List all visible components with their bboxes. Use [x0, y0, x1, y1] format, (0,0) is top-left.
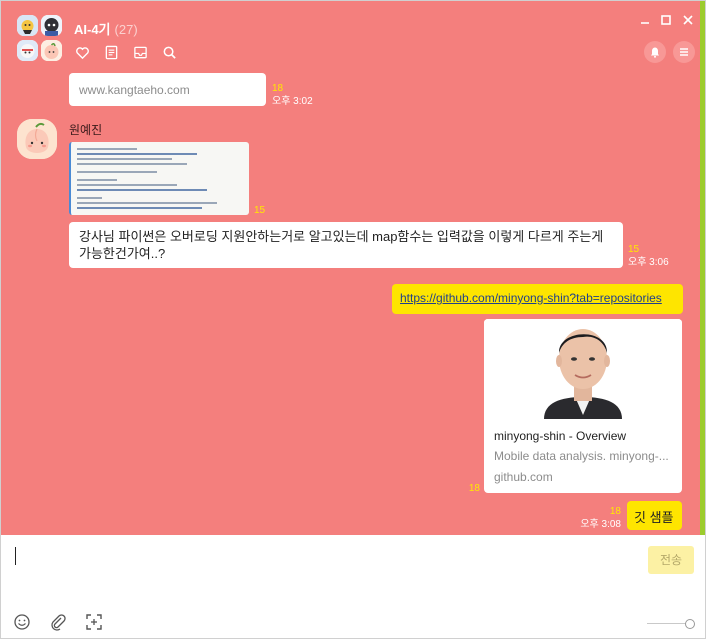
preview-title: minyong-shin - Overview: [494, 429, 627, 443]
message-input-area[interactable]: 전송: [1, 535, 705, 638]
opacity-slider[interactable]: [647, 619, 695, 629]
capture-icon[interactable]: [83, 611, 105, 633]
emoji-icon[interactable]: [11, 611, 33, 633]
send-button[interactable]: 전송: [648, 546, 694, 574]
bell-icon[interactable]: [644, 41, 666, 63]
message-text: 강사님 파이썬은 오버로딩 지원안하는거로 알고있는데 map함수는 입력값을 …: [79, 229, 604, 261]
link-preview-card[interactable]: minyong-shin - Overview Mobile data anal…: [484, 319, 682, 493]
member-avatar: [17, 40, 38, 61]
search-icon[interactable]: [161, 44, 178, 61]
shared-image[interactable]: [69, 142, 249, 215]
preview-image: [484, 319, 682, 419]
message-time: 오후 3:08: [580, 519, 621, 530]
unread-count: 18: [272, 83, 284, 94]
sender-name: 원예진: [69, 123, 103, 137]
message-text: 깃 샘플: [634, 510, 674, 525]
chat-title: AI-4기 (27): [74, 19, 138, 38]
slider-thumb[interactable]: [685, 619, 695, 629]
attach-icon[interactable]: [47, 611, 69, 633]
notes-icon[interactable]: [103, 44, 120, 61]
message-time: 오후 3:06: [628, 257, 669, 268]
message-text: www.kangtaeho.com: [79, 83, 190, 97]
unread-count: 15: [254, 205, 266, 216]
maximize-icon[interactable]: [659, 13, 673, 27]
unread-count: 18: [609, 506, 621, 517]
my-message-bubble[interactable]: 깃 샘플: [627, 501, 682, 530]
preview-domain: github.com: [494, 470, 553, 484]
slider-track: [647, 623, 689, 624]
chat-window: AI-4기 (27) www.kangtaeho.com 18 오후 3:02 …: [0, 0, 706, 639]
chat-header: AI-4기 (27): [1, 1, 702, 73]
message-meta: 18 오후 3:08: [567, 505, 621, 531]
avatar[interactable]: [17, 119, 57, 159]
member-avatar: [41, 40, 62, 61]
member-avatar: [41, 15, 62, 36]
unread-count: 15: [628, 244, 640, 255]
my-message-bubble[interactable]: https://github.com/minyong-shin?tab=repo…: [392, 284, 683, 314]
message-meta: 15: [254, 204, 265, 217]
preview-description: Mobile data analysis. minyong-...: [494, 449, 669, 463]
message-time: 오후 3:02: [272, 96, 313, 107]
message-bubble[interactable]: www.kangtaeho.com: [69, 73, 266, 106]
message-bubble[interactable]: 강사님 파이썬은 오버로딩 지원안하는거로 알고있는데 map함수는 입력값을 …: [69, 222, 623, 268]
chat-title-text: AI-4기: [74, 22, 111, 37]
message-link[interactable]: https://github.com/minyong-shin?tab=repo…: [400, 291, 662, 305]
input-toolbar: [11, 611, 105, 633]
header-toolbar: [74, 44, 178, 61]
heart-icon[interactable]: [74, 44, 91, 61]
close-icon[interactable]: [681, 13, 695, 27]
inbox-icon[interactable]: [132, 44, 149, 61]
minimize-icon[interactable]: [638, 13, 652, 27]
group-avatars[interactable]: [17, 15, 63, 61]
message-meta: 18: [463, 482, 480, 495]
member-count: (27): [114, 22, 138, 37]
unread-count: 18: [468, 483, 480, 494]
message-meta: 18 오후 3:02: [272, 82, 313, 108]
member-avatar: [17, 15, 38, 36]
message-list[interactable]: www.kangtaeho.com 18 오후 3:02 원예진 15 강사님 …: [1, 73, 702, 535]
text-cursor: [15, 547, 16, 565]
menu-icon[interactable]: [673, 41, 695, 63]
message-meta: 15 오후 3:06: [628, 243, 669, 269]
